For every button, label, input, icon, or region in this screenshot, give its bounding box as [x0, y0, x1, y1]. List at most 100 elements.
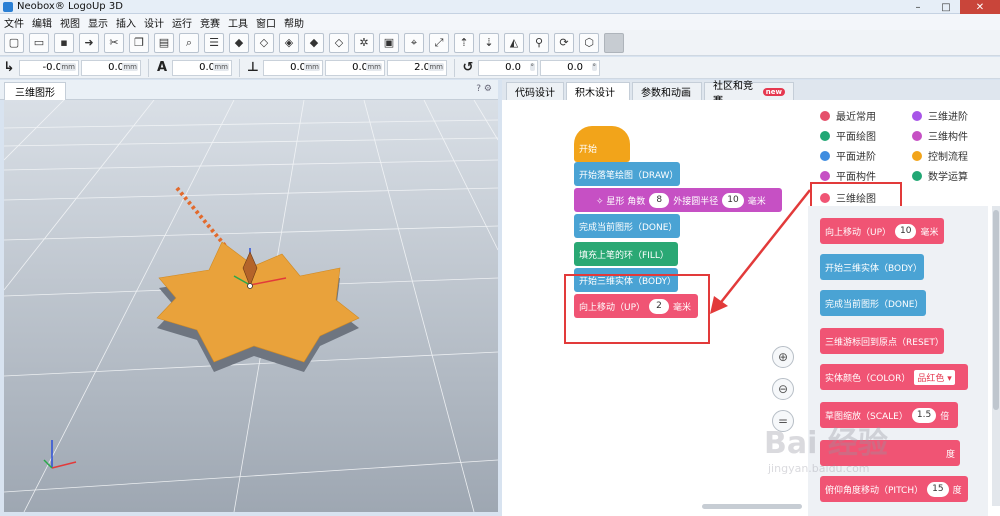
new-file-icon[interactable]: ▢: [4, 32, 24, 53]
cube-icon[interactable]: ◇: [254, 32, 274, 53]
scale-value-input[interactable]: 1.5: [911, 407, 937, 423]
fit-view-icon[interactable]: ▣: [379, 32, 399, 53]
minimize-button[interactable]: –: [904, 0, 932, 14]
cube-wire-icon[interactable]: ◇: [329, 32, 349, 53]
category-3d-parts[interactable]: 三维构件: [912, 128, 968, 143]
category-3d-advanced[interactable]: 三维进阶: [912, 108, 968, 123]
pointer-arrow: [710, 189, 811, 314]
menu-edit[interactable]: 编辑: [28, 15, 56, 30]
tab-block-design[interactable]: 积木设计: [566, 82, 630, 100]
watermark: Bai 经验 jingyan.baidu.com: [764, 426, 888, 475]
zoom-out-button[interactable]: ⊖: [772, 378, 794, 400]
rotate-cube-icon[interactable]: ⟳: [554, 32, 574, 53]
block-workspace[interactable]: 开始 开始落笔绘图（DRAW） ✧ 星形 角数 8 外接圆半径 10 毫米 完成…: [502, 100, 1000, 516]
menu-bar: 文件 编辑 视图 显示 插入 设计 运行 竞赛 工具 窗口 帮助: [0, 14, 1000, 30]
fill-block[interactable]: 填充上笔的环（FILL）: [574, 242, 678, 266]
angle-y-field[interactable]: 0.0 mm: [325, 59, 385, 76]
highlight-box-script: [564, 274, 710, 344]
tab-community-contest[interactable]: 社区和竞赛new: [704, 81, 794, 107]
category-2d-draw[interactable]: 平面绘图: [820, 128, 876, 143]
flyout-scrollbar[interactable]: [992, 206, 1000, 506]
z-field[interactable]: 0.0 mm: [172, 59, 232, 76]
import-icon[interactable]: ➜: [79, 32, 99, 53]
copy-icon[interactable]: ❐: [129, 32, 149, 53]
location-pin-icon[interactable]: ⚲: [529, 32, 549, 53]
stop-icon[interactable]: [604, 32, 624, 53]
menu-view[interactable]: 视图: [56, 15, 84, 30]
category-control-flow[interactable]: 控制流程: [912, 148, 968, 163]
menu-window[interactable]: 窗口: [252, 15, 280, 30]
x-field[interactable]: -0.0 mm: [19, 59, 79, 76]
angle-z-field[interactable]: 2.0 mm: [387, 59, 447, 76]
axes-icon: ⊥: [247, 60, 259, 75]
left-tab-bar: 三维图形 ? ⚙: [0, 80, 498, 100]
menu-display[interactable]: 显示: [84, 15, 112, 30]
menu-contest[interactable]: 竞赛: [196, 15, 224, 30]
window-title: Neobox® LogoUp 3D: [17, 1, 123, 12]
y-field[interactable]: 0.0 mm: [81, 59, 141, 76]
tab-code-design[interactable]: 代码设计: [506, 82, 564, 100]
menu-run[interactable]: 运行: [168, 15, 196, 30]
done-block[interactable]: 完成当前图形（DONE）: [574, 214, 680, 238]
workspace-horizontal-scrollbar[interactable]: [702, 504, 802, 509]
angle-x-field[interactable]: 0.0 mm: [263, 59, 323, 76]
pen-up-icon[interactable]: ⇡: [454, 32, 474, 53]
title-bar: Neobox® LogoUp 3D – □ ✕: [0, 0, 1000, 14]
paste-icon[interactable]: ▤: [154, 32, 174, 53]
expand-icon[interactable]: ⤢: [429, 32, 449, 53]
flyout-body-block[interactable]: 开始三维实体（BODY）: [820, 254, 924, 280]
cube-top-icon[interactable]: ◆: [304, 32, 324, 53]
highlight-box-category: [810, 182, 902, 208]
draw-block[interactable]: 开始落笔绘图（DRAW）: [574, 162, 680, 186]
category-dot-icon: [820, 170, 830, 181]
search-icon[interactable]: ⌕: [179, 32, 199, 53]
target-icon[interactable]: ⌖: [404, 32, 424, 53]
pitch-value-input[interactable]: 15: [927, 481, 949, 497]
maximize-button[interactable]: □: [932, 0, 960, 14]
save-icon[interactable]: ▪: [54, 32, 74, 53]
tab-3d-graphics[interactable]: 三维图形: [4, 82, 66, 100]
tab-params-animation[interactable]: 参数和动画: [632, 82, 702, 100]
settings-icon[interactable]: ⚙: [484, 84, 492, 94]
3d-scene: [4, 100, 498, 512]
star-points-input[interactable]: 8: [649, 192, 670, 208]
shape-icon[interactable]: ✲: [354, 32, 374, 53]
pen-down-icon[interactable]: ⇣: [479, 32, 499, 53]
start-hat-block[interactable]: 开始: [574, 126, 630, 162]
help-icon[interactable]: ?: [476, 84, 481, 94]
3d-viewport[interactable]: [4, 100, 498, 512]
category-dot-icon: [820, 150, 830, 161]
coordinate-bar: ↳ -0.0 mm 0.0 mm A 0.0 mm ⊥ 0.0 mm 0.0 mm 2.0…: [0, 57, 1000, 79]
zoom-in-button[interactable]: ⊕: [772, 346, 794, 368]
category-2d-advanced[interactable]: 平面进阶: [820, 148, 876, 163]
category-2d-parts[interactable]: 平面构件: [820, 168, 876, 183]
menu-help[interactable]: 帮助: [280, 15, 308, 30]
flyout-up-value[interactable]: 10: [895, 223, 917, 239]
open-folder-icon[interactable]: ▭: [29, 32, 49, 53]
menu-design[interactable]: 设计: [140, 15, 168, 30]
close-button[interactable]: ✕: [960, 0, 1000, 14]
box-icon[interactable]: ⬡: [579, 32, 599, 53]
menu-file[interactable]: 文件: [0, 15, 28, 30]
menu-tools[interactable]: 工具: [224, 15, 252, 30]
flyout-done-block[interactable]: 完成当前图形（DONE）: [820, 290, 926, 316]
flyout-color-block[interactable]: 实体颜色（COLOR） 品红色 ▾: [820, 364, 968, 390]
flyout-up-block[interactable]: 向上移动（UP） 10 毫米: [820, 218, 944, 244]
rotation-a-field[interactable]: 0.0 °: [478, 59, 538, 76]
category-dot-icon: [912, 170, 922, 181]
cube-side-icon[interactable]: ◈: [279, 32, 299, 53]
rotation-b-field[interactable]: 0.0 °: [540, 59, 600, 76]
fill-bucket-icon[interactable]: ◭: [504, 32, 524, 53]
cut-icon[interactable]: ✂: [104, 32, 124, 53]
menu-insert[interactable]: 插入: [112, 15, 140, 30]
flyout-reset-block[interactable]: 三维游标回到原点（RESET）: [820, 328, 944, 354]
list-icon[interactable]: ☰: [204, 32, 224, 53]
category-dot-icon: [912, 130, 922, 141]
toolbar: ▢ ▭ ▪ ➜ ✂ ❐ ▤ ⌕ ☰ ◆ ◇ ◈ ◆ ◇ ✲ ▣ ⌖ ⤢ ⇡ ⇣ …: [0, 30, 1000, 56]
category-math[interactable]: 数学运算: [912, 168, 968, 183]
app-logo-icon: [3, 1, 13, 12]
flyout-pitch-block[interactable]: 俯仰角度移动（PITCH） 15 度: [820, 476, 968, 502]
cube-solid-icon[interactable]: ◆: [229, 32, 249, 53]
category-recent[interactable]: 最近常用: [820, 108, 876, 123]
color-dropdown[interactable]: 品红色 ▾: [914, 369, 955, 385]
